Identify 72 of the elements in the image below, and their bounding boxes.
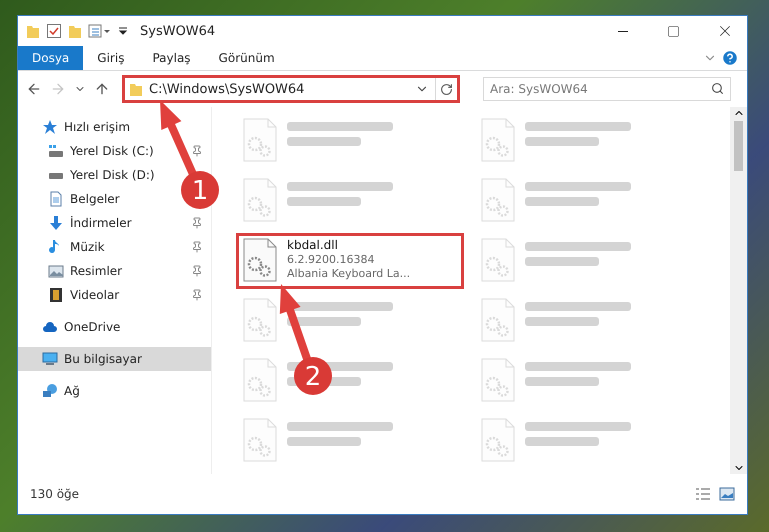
faded-file-icon <box>481 238 515 282</box>
faded-file-icon <box>243 418 277 462</box>
ribbon-tab[interactable]: Giriş <box>83 46 138 70</box>
cloud-icon <box>42 319 58 335</box>
scrollbar-thumb[interactable] <box>734 121 743 171</box>
faded-file-icon <box>481 298 515 342</box>
sidebar-item[interactable]: Yerel Disk (D:) <box>18 163 163 187</box>
sidebar-item[interactable]: Bu bilgisayar <box>18 347 211 371</box>
sidebar-label: Belgeler <box>70 192 120 206</box>
faded-file-icon <box>481 118 515 162</box>
faded-file-icon <box>243 298 277 342</box>
checklist-icon[interactable] <box>46 23 62 39</box>
search-icon <box>711 82 724 95</box>
file-detail: 6.2.9200.16384 <box>287 253 376 266</box>
sidebar-item[interactable]: Müzik <box>18 235 211 259</box>
sidebar-item[interactable]: Resimler <box>18 259 211 283</box>
ribbon-tab[interactable]: Dosya <box>18 46 84 70</box>
file-name: kbdal.dll <box>287 238 339 252</box>
sidebar-label: Yerel Disk (C:) <box>70 144 155 158</box>
sidebar-item[interactable]: Videolar <box>18 283 211 307</box>
star-icon <box>42 119 58 135</box>
sidebar-label: Ağ <box>64 384 80 398</box>
sidebar-item[interactable]: Hızlı erişim <box>18 115 138 139</box>
network-globe-icon <box>42 383 58 399</box>
vertical-scrollbar[interactable] <box>730 107 747 474</box>
sidebar-item[interactable]: OneDrive <box>18 315 128 339</box>
properties-icon[interactable] <box>88 23 112 39</box>
minimize-icon <box>618 30 628 32</box>
faded-file-icon <box>243 118 277 162</box>
sidebar-label: Yerel Disk (D:) <box>70 168 155 182</box>
file-gears-icon <box>243 238 277 282</box>
faded-file-icon <box>243 178 277 222</box>
search-field[interactable]: Ara: SysWOW64 <box>483 77 731 101</box>
computer-icon <box>42 351 58 367</box>
sidebar-label: Resimler <box>70 264 124 278</box>
download-arrow-icon <box>48 215 64 231</box>
maximize-icon <box>667 24 680 38</box>
step-number: 1 <box>192 176 208 206</box>
picture-icon <box>48 263 64 279</box>
window-title: SysWOW64 <box>140 24 216 38</box>
film-icon <box>48 287 64 303</box>
sidebar-label: Müzik <box>70 240 106 254</box>
faded-file-icon <box>243 358 277 402</box>
address-field[interactable]: C:\Windows\SysWOW64 <box>122 75 460 103</box>
help-icon <box>721 49 739 67</box>
refresh-icon <box>440 82 453 96</box>
sidebar-label: Videolar <box>70 288 120 302</box>
drive-icon <box>48 143 64 159</box>
sidebar-item[interactable]: Belgeler <box>18 187 128 211</box>
ribbon-tab[interactable]: Görünüm <box>204 46 289 70</box>
drive-icon <box>48 173 64 179</box>
file-tile[interactable]: kbdal.dll 6.2.9200.16384 Albania Keyboard La... <box>236 233 464 289</box>
step-number: 2 <box>304 362 322 392</box>
sidebar-item[interactable]: Yerel Disk (C:) <box>18 139 211 163</box>
sidebar-label: Hızlı erişim <box>64 120 130 134</box>
faded-file-icon <box>481 178 515 222</box>
large-icons-view-icon[interactable] <box>719 487 735 501</box>
folder-icon <box>129 81 143 97</box>
file-detail: Albania Keyboard La... <box>287 267 410 280</box>
item-count: 130 öğe <box>30 487 80 501</box>
sidebar-label: Bu bilgisayar <box>64 352 143 366</box>
sidebar-item[interactable]: İndirmeler <box>18 211 211 235</box>
ribbon-tab[interactable]: Paylaş <box>138 46 205 70</box>
details-view-icon[interactable] <box>695 487 711 501</box>
address-path: C:\Windows\SysWOW64 <box>149 82 306 96</box>
folder-icon <box>26 23 40 39</box>
faded-file-icon <box>481 358 515 402</box>
sidebar-item[interactable]: Ağ <box>18 379 88 403</box>
faded-file-icon <box>481 418 515 462</box>
document-icon <box>48 191 64 207</box>
sidebar-label: İndirmeler <box>70 216 133 230</box>
sidebar-label: OneDrive <box>64 320 120 334</box>
